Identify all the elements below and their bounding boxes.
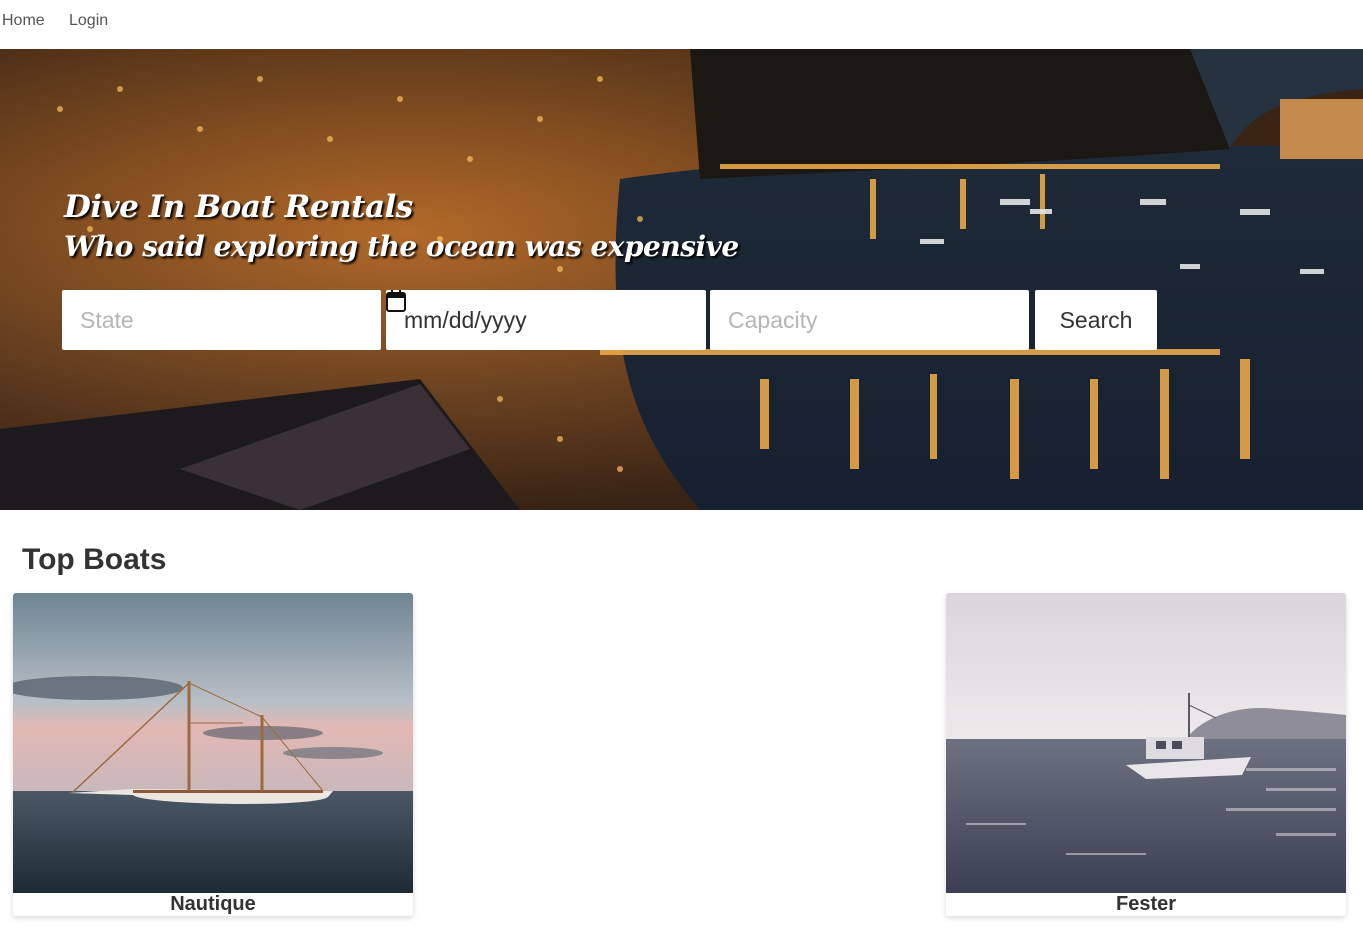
top-navbar: Home Login [0,0,1363,49]
boat-image-fishing-boat [946,593,1346,893]
hero-banner: Dive In Boat Rentals Who said exploring … [0,49,1363,510]
capacity-input[interactable] [710,290,1029,350]
hero-subtitle: Who said exploring the ocean was expensi… [64,230,739,263]
calendar-icon[interactable] [386,290,406,312]
nav-home-link[interactable]: Home [2,12,45,30]
date-input[interactable]: mm/dd/yyyy [386,290,706,350]
state-input[interactable] [62,290,381,350]
boat-card-fester[interactable]: Fester [946,593,1346,916]
date-input-value: mm/dd/yyyy [404,306,527,333]
top-boats-heading: Top Boats [22,543,167,576]
nav-login-link[interactable]: Login [69,12,108,30]
hero-background-image [0,49,1363,510]
boat-image-sailboat [13,593,413,893]
boat-card-nautique[interactable]: Nautique [13,593,413,916]
boat-card-title: Nautique [170,893,256,915]
boat-card-title: Fester [1115,893,1177,915]
search-button[interactable]: Search [1035,290,1157,350]
hero-title: Dive In Boat Rentals [64,189,413,225]
